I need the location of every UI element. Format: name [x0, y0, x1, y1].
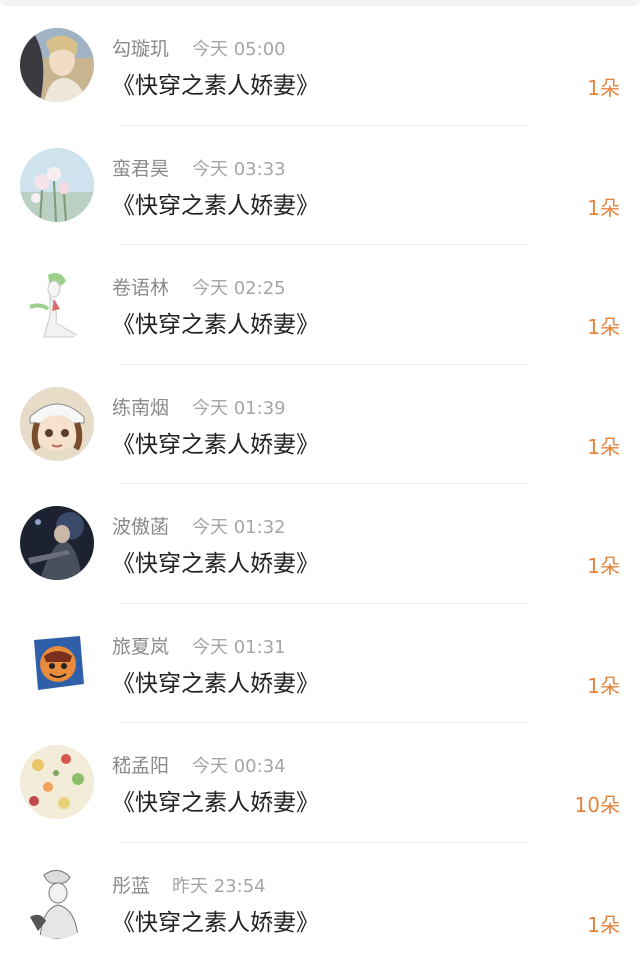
- list-item[interactable]: 勾璇玑 今天 05:00 《快穿之素人娇妻》 1朵: [0, 6, 640, 126]
- gift-amount: 10朵: [575, 789, 620, 818]
- gift-record-list: 勾璇玑 今天 05:00 《快穿之素人娇妻》 1朵 蛮君昊 今天 03:33 《…: [0, 6, 640, 962]
- list-item[interactable]: 旅夏岚 今天 01:31 《快穿之素人娇妻》 1朵: [0, 604, 640, 724]
- avatar-sketch-character-icon[interactable]: [20, 865, 94, 939]
- avatar-flowers-icon[interactable]: [20, 148, 94, 222]
- book-title[interactable]: 《快穿之素人娇妻》: [112, 544, 319, 578]
- timestamp: 今天 00:34: [192, 752, 286, 778]
- avatar-warrior-icon[interactable]: [20, 506, 94, 580]
- list-item[interactable]: 彤蓝 昨天 23:54 《快穿之素人娇妻》 1朵: [0, 843, 640, 962]
- avatar-anime-cap-icon[interactable]: [20, 387, 94, 461]
- list-item[interactable]: 波傲菡 今天 01:32 《快穿之素人娇妻》 1朵: [0, 484, 640, 604]
- sender-name: 彤蓝: [112, 871, 150, 898]
- sender-name: 嵇孟阳: [112, 751, 169, 778]
- list-item[interactable]: 嵇孟阳 今天 00:34 《快穿之素人娇妻》 10朵: [0, 723, 640, 843]
- sender-name: 练南烟: [112, 393, 169, 420]
- timestamp: 今天 01:39: [192, 394, 286, 420]
- gift-amount: 1朵: [587, 909, 620, 938]
- avatar-gardevoir-icon[interactable]: [20, 267, 94, 341]
- sender-name: 旅夏岚: [112, 632, 169, 659]
- book-title[interactable]: 《快穿之素人娇妻》: [112, 66, 319, 100]
- book-title[interactable]: 《快穿之素人娇妻》: [112, 305, 319, 339]
- timestamp: 今天 01:31: [192, 633, 286, 659]
- book-title[interactable]: 《快穿之素人娇妻》: [112, 903, 319, 937]
- sender-name: 勾璇玑: [112, 34, 169, 61]
- avatar-food-pattern-icon[interactable]: [20, 745, 94, 819]
- list-item[interactable]: 蛮君昊 今天 03:33 《快穿之素人娇妻》 1朵: [0, 126, 640, 246]
- timestamp: 昨天 23:54: [172, 872, 266, 898]
- book-title[interactable]: 《快穿之素人娇妻》: [112, 186, 319, 220]
- avatar-portrait-girl-icon[interactable]: [20, 28, 94, 102]
- sender-name: 波傲菡: [112, 512, 169, 539]
- book-title[interactable]: 《快穿之素人娇妻》: [112, 783, 319, 817]
- book-title[interactable]: 《快穿之素人娇妻》: [112, 425, 319, 459]
- timestamp: 今天 05:00: [192, 35, 286, 61]
- timestamp: 今天 01:32: [192, 513, 286, 539]
- book-title[interactable]: 《快穿之素人娇妻》: [112, 664, 319, 698]
- gift-amount: 1朵: [587, 72, 620, 101]
- gift-amount: 1朵: [587, 192, 620, 221]
- gift-amount: 1朵: [587, 550, 620, 579]
- list-item[interactable]: 练南烟 今天 01:39 《快穿之素人娇妻》 1朵: [0, 365, 640, 485]
- timestamp: 今天 03:33: [192, 155, 286, 181]
- sender-name: 蛮君昊: [112, 154, 169, 181]
- gift-amount: 1朵: [587, 431, 620, 460]
- timestamp: 今天 02:25: [192, 274, 286, 300]
- gift-amount: 1朵: [587, 311, 620, 340]
- list-item[interactable]: 卷语林 今天 02:25 《快穿之素人娇妻》 1朵: [0, 245, 640, 365]
- avatar-cartoon-badge-icon[interactable]: [20, 626, 94, 700]
- sender-name: 卷语林: [112, 273, 169, 300]
- gift-amount: 1朵: [587, 670, 620, 699]
